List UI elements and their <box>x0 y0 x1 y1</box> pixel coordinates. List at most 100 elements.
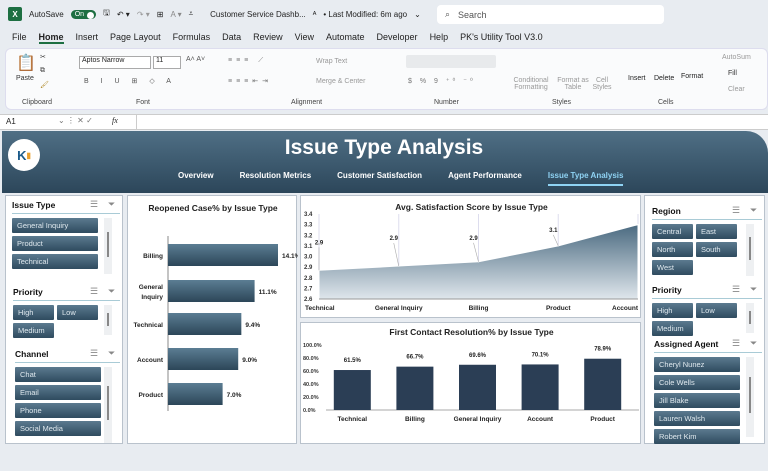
menu-review[interactable]: Review <box>253 32 283 44</box>
multi-select-icon[interactable]: ☰ <box>90 199 98 210</box>
slicer-item[interactable]: South <box>696 242 737 257</box>
menu-data[interactable]: Data <box>222 32 241 44</box>
number-format-select[interactable] <box>406 55 496 68</box>
slicer-item[interactable]: Low <box>57 305 98 320</box>
customize-qat-icon[interactable]: ⩡ <box>189 9 194 19</box>
slicer-item[interactable]: Lauren Walsh <box>654 411 740 426</box>
slicer-item[interactable]: Central <box>652 224 693 239</box>
menu-formulas[interactable]: Formulas <box>173 32 211 44</box>
slicer-item[interactable]: High <box>652 303 693 318</box>
slicer-item[interactable]: Robert Kim <box>654 429 740 444</box>
clear-filter-icon[interactable]: ⏷ <box>108 199 115 210</box>
font-size-select[interactable]: 11 <box>153 56 181 69</box>
clear-filter-icon[interactable]: ⏷ <box>750 205 757 216</box>
tab-overview[interactable]: Overview <box>178 171 214 186</box>
chevron-down-icon[interactable]: ⌄ <box>414 10 421 19</box>
slicer-scrollbar[interactable] <box>746 357 754 437</box>
slicer-item[interactable]: Jill Blake <box>654 393 740 408</box>
fx-icon[interactable]: fx <box>112 116 118 125</box>
slicer-scrollbar[interactable] <box>104 367 112 443</box>
slicer-item[interactable]: Cheryl Nunez <box>654 357 740 372</box>
paste-button[interactable]: Paste <box>16 75 34 82</box>
slicer-item[interactable]: North <box>652 242 693 257</box>
name-box[interactable]: A1 <box>6 117 16 126</box>
slicer-item[interactable]: General Inquiry <box>12 218 98 233</box>
slicer-item[interactable]: Phone <box>15 403 101 418</box>
multi-select-icon[interactable]: ☰ <box>732 338 740 349</box>
menu-developer[interactable]: Developer <box>377 32 418 44</box>
tab-issue-type-analysis[interactable]: Issue Type Analysis <box>547 171 624 186</box>
slicer-item[interactable]: East <box>696 224 737 239</box>
autosave-toggle[interactable]: On <box>70 9 97 19</box>
wrap-text-button[interactable]: Wrap Text <box>316 58 347 65</box>
slicer-item[interactable]: Product <box>12 236 98 251</box>
slicer-item[interactable]: Email <box>15 385 101 400</box>
group-label: Font <box>136 99 151 106</box>
name-box-dropdown-icon[interactable]: ⌄ ⋮ ✕ ✓ <box>58 116 93 125</box>
slicer-item[interactable]: Chat <box>15 367 101 382</box>
slicer-item[interactable]: Cole Wells <box>654 375 740 390</box>
clear-button[interactable]: Clear <box>728 86 745 93</box>
cell-styles-button[interactable]: Cell Styles <box>591 77 613 91</box>
align-icons[interactable]: ≡≡≡ ⟋ <box>228 57 267 65</box>
format-as-table-button[interactable]: Format as Table <box>554 77 592 91</box>
menu-file[interactable]: File <box>12 32 27 44</box>
y-tick-label: 60.0% <box>303 369 319 375</box>
slicer-item[interactable]: Technical <box>12 254 98 269</box>
delete-button[interactable]: Delete <box>654 75 674 82</box>
format-button[interactable]: Format <box>681 73 703 80</box>
insert-button[interactable]: Insert <box>628 75 646 82</box>
slicer-scrollbar[interactable] <box>104 305 112 335</box>
clear-filter-icon[interactable]: ⏷ <box>750 338 757 349</box>
format-painter-icon[interactable]: 🖌 <box>40 81 49 89</box>
clear-filter-icon[interactable]: ⏷ <box>108 348 115 359</box>
multi-select-icon[interactable]: ☰ <box>732 284 740 295</box>
tab-resolution-metrics[interactable]: Resolution Metrics <box>240 171 312 186</box>
merge-center-button[interactable]: Merge & Center <box>316 78 365 85</box>
last-modified[interactable]: • Last Modified: 6m ago <box>323 10 407 19</box>
multi-select-icon[interactable]: ☰ <box>90 286 98 297</box>
borders-icon[interactable]: ⊞ <box>157 10 164 19</box>
slicer-item[interactable]: Medium <box>652 321 693 336</box>
slicer-scrollbar[interactable] <box>746 224 754 276</box>
fill-button[interactable]: Fill <box>728 70 737 77</box>
number-format-icons[interactable]: $ % 9 ⁺⁰ ⁻⁰ <box>408 77 476 85</box>
formula-input[interactable] <box>136 115 768 129</box>
redo-icon[interactable]: ↷ ▾ <box>137 10 150 19</box>
menu-automate[interactable]: Automate <box>326 32 365 44</box>
menu-help[interactable]: Help <box>430 32 449 44</box>
clear-filter-icon[interactable]: ⏷ <box>750 284 757 295</box>
font-grow-shrink-icon[interactable]: A˄ A˅ <box>186 56 205 63</box>
menu-home[interactable]: Home <box>38 32 64 44</box>
paste-icon[interactable]: 📋 <box>16 53 36 73</box>
copy-icon[interactable]: ⧉ <box>40 67 45 75</box>
undo-icon[interactable]: ↶ ▾ <box>117 10 130 19</box>
conditional-formatting-button[interactable]: Conditional Formatting <box>509 77 553 91</box>
multi-select-icon[interactable]: ☰ <box>732 205 740 216</box>
menu-view[interactable]: View <box>295 32 314 44</box>
font-color-icon[interactable]: A ▾ <box>170 10 181 19</box>
align-icons-2[interactable]: ≡≡≡⇤⇥ <box>228 77 272 85</box>
tab-customer-satisfaction[interactable]: Customer Satisfaction <box>337 171 422 186</box>
clear-filter-icon[interactable]: ⏷ <box>108 286 115 297</box>
slicer-scrollbar[interactable] <box>104 218 112 274</box>
font-name-select[interactable]: Aptos Narrow <box>79 56 151 69</box>
y-tick-label: 40.0% <box>303 382 319 388</box>
slicer-item[interactable]: Low <box>696 303 737 318</box>
document-title[interactable]: Customer Service Dashb... <box>210 10 306 19</box>
search-box[interactable]: ⌕ Search <box>437 5 664 24</box>
slicer-item[interactable]: West <box>652 260 693 275</box>
multi-select-icon[interactable]: ☰ <box>90 348 98 359</box>
menu-insert[interactable]: Insert <box>76 32 99 44</box>
font-format-icons[interactable]: B I U ⊞ ◇ A <box>84 77 176 85</box>
slicer-item[interactable]: Medium <box>13 323 54 338</box>
menu-page-layout[interactable]: Page Layout <box>110 32 161 44</box>
autosum-button[interactable]: AutoSum <box>722 54 751 61</box>
cut-icon[interactable]: ✂ <box>40 53 46 61</box>
tab-agent-performance[interactable]: Agent Performance <box>448 171 522 186</box>
slicer-item[interactable]: High <box>13 305 54 320</box>
menu-pk-s-utility-tool-v3-0[interactable]: PK's Utility Tool V3.0 <box>460 32 543 44</box>
slicer-scrollbar[interactable] <box>746 303 754 333</box>
slicer-item[interactable]: Social Media <box>15 421 101 436</box>
save-icon[interactable]: 🖫 <box>103 7 110 21</box>
